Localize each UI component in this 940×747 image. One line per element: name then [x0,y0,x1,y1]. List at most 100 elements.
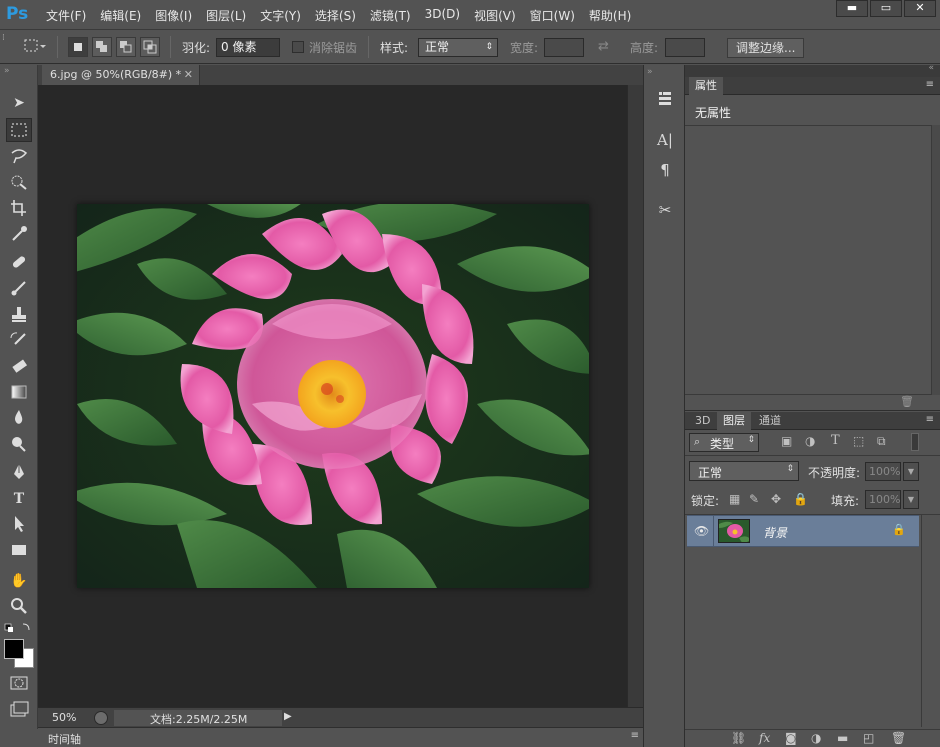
dodge-tool-icon[interactable] [6,433,32,457]
blur-tool-icon[interactable] [6,407,32,431]
layer-row-background[interactable]: 👁 背景 🔒 [687,515,919,547]
timeline-tab[interactable]: 时间轴 [48,731,81,747]
healing-brush-tool-icon[interactable] [6,251,32,275]
minimize-button[interactable]: ▬ [836,0,868,17]
refine-edge-button[interactable]: 调整边缘... [727,38,805,58]
tab-layers[interactable]: 图层 [717,412,751,430]
layer-filter-select[interactable]: ⌕ 类型 ⇕ [689,433,759,452]
layers-menu-icon[interactable]: ≡ [926,414,934,425]
menu-image[interactable]: 图像(I) [155,7,192,24]
canvas-vertical-scrollbar[interactable] [627,85,643,707]
timeline-menu-icon[interactable]: ≡ [631,730,639,741]
eye-visibility-icon[interactable]: 👁 [694,524,709,538]
screen-mode-icon[interactable] [6,699,32,723]
swap-arrows-icon[interactable]: ⇄ [598,39,609,54]
document-image[interactable] [77,204,589,588]
properties-trash-icon[interactable]: 🗑 [900,395,914,408]
close-tab-icon[interactable]: ✕ [184,65,193,85]
filter-adjustment-icon[interactable]: ◑ [805,434,815,448]
path-select-tool-icon[interactable] [6,513,32,537]
filter-smart-object-icon[interactable]: ⧉ [877,434,886,449]
properties-menu-icon[interactable]: ≡ [926,79,934,90]
menu-window[interactable]: 窗口(W) [530,7,575,24]
new-group-icon[interactable]: ▬ [837,731,848,745]
filter-pixel-icon[interactable]: ▣ [781,434,792,448]
rectangle-tool-icon[interactable] [6,539,32,563]
eyedropper-tool-icon[interactable] [6,223,32,247]
adjustment-layer-icon[interactable]: ◑ [811,731,821,745]
menu-layer[interactable]: 图层(L) [206,7,246,24]
status-menu-arrow-icon[interactable]: ▶ [284,711,292,722]
style-select[interactable]: 正常 ⇕ [418,38,498,57]
toolbar-collapse-icon[interactable]: » [4,66,10,76]
menu-view[interactable]: 视图(V) [474,7,516,24]
marquee-preset-button[interactable] [22,36,46,56]
menu-type[interactable]: 文字(Y) [260,7,301,24]
hand-tool-icon[interactable]: ✋ [6,569,32,593]
type-tool-icon[interactable]: T [6,487,32,511]
add-mask-icon[interactable]: ◙ [785,731,797,745]
subtract-selection-button[interactable] [116,37,136,57]
fill-input[interactable]: 100% [865,490,901,509]
tab-properties[interactable]: 属性 [689,77,723,95]
close-button[interactable]: ✕ [904,0,936,17]
layer-style-fx-icon[interactable]: fx [759,731,770,745]
quick-mask-icon[interactable] [6,672,32,696]
opacity-dropdown-icon[interactable]: ▼ [903,462,919,481]
properties-scrollbar[interactable] [931,125,940,395]
menu-file[interactable]: 文件(F) [46,7,86,24]
filter-type-icon[interactable]: T [831,433,840,448]
blend-mode-select[interactable]: 正常 ⇕ [689,461,799,481]
maximize-button[interactable]: ▭ [870,0,902,17]
clone-stamp-tool-icon[interactable] [6,303,32,327]
lock-position-icon[interactable]: ✥ [771,492,781,506]
menu-select[interactable]: 选择(S) [315,7,356,24]
status-info-icon[interactable] [94,711,108,725]
tool-presets-icon[interactable]: ✂ [653,199,677,221]
delete-layer-icon[interactable]: 🗑 [891,731,906,745]
filter-shape-icon[interactable]: ⬚ [853,434,864,448]
tab-channels[interactable]: 通道 [753,412,787,430]
feather-input[interactable]: 0 像素 [216,38,280,57]
layer-name[interactable]: 背景 [763,524,787,541]
menu-edit[interactable]: 编辑(E) [100,7,141,24]
layers-scrollbar[interactable] [921,515,940,727]
lasso-tool-icon[interactable] [6,145,32,169]
zoom-tool-icon[interactable] [6,595,32,619]
lock-transparent-icon[interactable]: ▦ [729,492,740,506]
foreground-color-swatch[interactable] [4,639,24,659]
menu-3d[interactable]: 3D(D) [425,7,460,24]
link-layers-icon[interactable]: ⛓ [731,731,746,745]
zoom-level[interactable]: 50% [52,711,76,724]
intersect-selection-button[interactable] [140,37,160,57]
dock-collapse-icon[interactable]: « [928,63,934,73]
new-selection-button[interactable] [68,37,88,57]
lock-image-icon[interactable]: ✎ [749,492,759,506]
document-tab[interactable]: 6.jpg @ 50%(RGB/8#) * ✕ [42,65,200,85]
height-input[interactable] [665,38,705,57]
opacity-input[interactable]: 100% [865,462,901,481]
antialias-checkbox[interactable] [292,41,304,53]
swap-colors-icon[interactable] [3,621,33,635]
pen-tool-icon[interactable] [6,461,32,485]
add-selection-button[interactable] [92,37,112,57]
move-tool-icon[interactable]: ➤ [6,91,32,115]
lock-all-icon[interactable]: 🔒 [793,492,808,506]
menu-filter[interactable]: 滤镜(T) [370,7,411,24]
fill-dropdown-icon[interactable]: ▼ [903,490,919,509]
rect-marquee-tool-icon[interactable] [6,118,32,142]
tab-3d[interactable]: 3D [689,412,716,430]
strip-collapse-icon[interactable]: » [647,67,653,77]
width-input[interactable] [544,38,584,57]
gradient-tool-icon[interactable] [6,381,32,405]
new-layer-icon[interactable]: ◰ [863,731,874,745]
brush-tool-icon[interactable] [6,277,32,301]
character-panel-icon[interactable]: A| [653,129,677,151]
menu-help[interactable]: 帮助(H) [589,7,631,24]
paragraph-panel-icon[interactable]: ¶ [653,159,677,181]
crop-tool-icon[interactable] [6,197,32,221]
history-panel-icon[interactable] [653,87,677,109]
history-brush-tool-icon[interactable] [6,329,32,353]
eraser-tool-icon[interactable] [6,355,32,379]
quick-select-tool-icon[interactable] [6,171,32,195]
